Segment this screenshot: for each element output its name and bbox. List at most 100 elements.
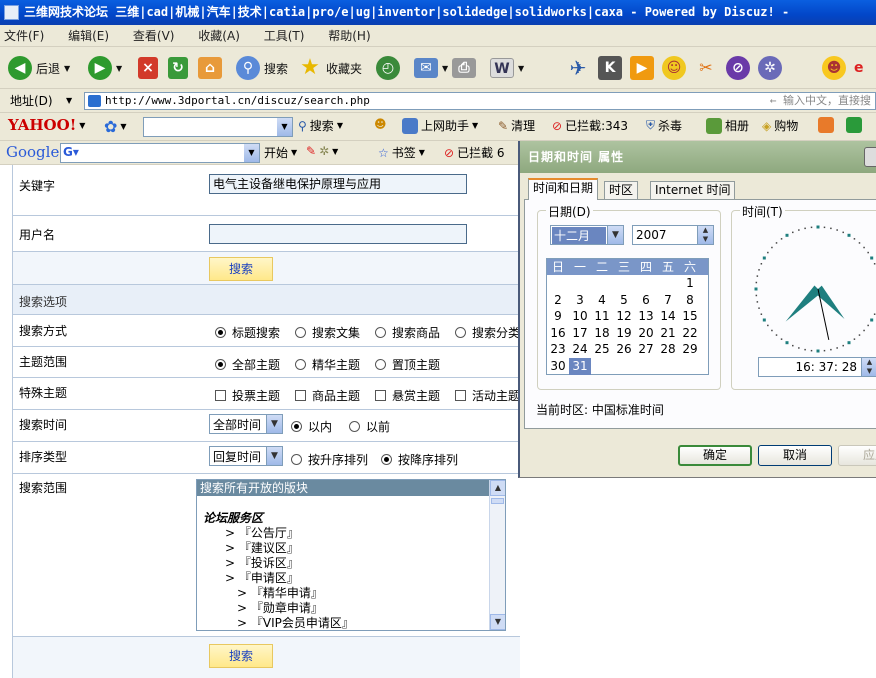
smiley-button[interactable]: ☺	[662, 53, 686, 83]
scroll-up-icon[interactable]: ▲	[490, 480, 505, 496]
forum-item[interactable]: > 『建议区』	[197, 541, 505, 556]
favorites-button[interactable]: ★ 收藏夹	[298, 53, 362, 83]
home-button[interactable]: ⌂	[198, 53, 222, 83]
calendar-day[interactable]: 22	[679, 325, 701, 342]
address-input[interactable]: http://www.3dportal.cn/discuz/search.php…	[84, 92, 876, 110]
yahoo-extra-button-2[interactable]	[846, 117, 862, 133]
forum-list-all[interactable]: 搜索所有开放的版块	[197, 480, 489, 496]
calendar-day[interactable]: 5	[613, 292, 635, 309]
scope-digest-radio[interactable]: 精华主题	[295, 356, 360, 373]
forum-subitem[interactable]: > 『VIP会员申请区』	[197, 616, 505, 630]
scroll-down-icon[interactable]: ▼	[490, 614, 505, 630]
edit-button[interactable]: W ▼	[490, 53, 524, 83]
method-category-radio[interactable]: 搜索分类	[455, 324, 520, 341]
print-button[interactable]: ⎙	[452, 53, 476, 83]
yahoo-search-button[interactable]: ⚲ 搜索 ▼	[298, 117, 343, 134]
tab-time-date[interactable]: 时间和日期	[528, 178, 599, 200]
month-select[interactable]: 十二月 ▼	[550, 225, 624, 245]
stop-button[interactable]: ×	[138, 53, 158, 83]
sort-select[interactable]: 回复时间 ▼	[209, 446, 283, 466]
dialog-title-bar[interactable]: 日期和时间 属性	[520, 141, 876, 173]
yahoo-clean-button[interactable]: ✎ 清理	[498, 117, 535, 134]
year-stepper[interactable]: 2007 ▲ ▼	[632, 225, 714, 245]
keyword-input[interactable]: 电气主设备继电保护原理与应用	[209, 174, 467, 194]
yahoo-album-button[interactable]: 相册	[706, 117, 749, 134]
special-poll-checkbox[interactable]: 投票主题	[215, 387, 280, 404]
calendar-day[interactable]: 7	[657, 292, 679, 309]
k-button[interactable]: K	[598, 53, 622, 83]
menu-edit[interactable]: 编辑(E)	[68, 25, 109, 46]
calendar-day[interactable]: 13	[635, 308, 657, 325]
refresh-button[interactable]: ↻	[168, 53, 188, 83]
address-dropdown-arrow[interactable]: ▼	[66, 89, 72, 112]
gear-button[interactable]: ✲	[758, 53, 782, 83]
scope-sticky-radio[interactable]: 置顶主题	[375, 356, 440, 373]
calendar-day[interactable]: 1	[679, 275, 701, 292]
google-logo[interactable]: Google	[6, 143, 59, 161]
calendar-day[interactable]: 18	[591, 325, 613, 342]
calendar-day[interactable]: 8	[679, 292, 701, 309]
time-select[interactable]: 全部时间 ▼	[209, 414, 283, 434]
google-tools-button[interactable]: ✎ ✲ ▼	[306, 144, 338, 158]
calendar-day[interactable]: 14	[657, 308, 679, 325]
forum-item[interactable]: > 『申请区』	[197, 571, 505, 586]
calendar-day[interactable]: 27	[635, 341, 657, 358]
time-within-radio[interactable]: 以内	[291, 418, 332, 435]
search-button[interactable]: ⚲ 搜索	[236, 53, 288, 83]
calendar-day[interactable]: 9	[547, 308, 569, 325]
calendar-day[interactable]: 28	[657, 341, 679, 358]
forum-list-scrollbar[interactable]: ▲ ▼	[489, 480, 505, 630]
calendar-day[interactable]: 25	[591, 341, 613, 358]
calendar-day[interactable]: 26	[613, 341, 635, 358]
google-popup-blocker[interactable]: ⊘ 已拦截 6	[444, 144, 505, 161]
method-goods-radio[interactable]: 搜索商品	[375, 324, 440, 341]
yahoo-face-button[interactable]: ☻	[374, 117, 387, 131]
username-input[interactable]	[209, 224, 467, 244]
scope-all-radio[interactable]: 全部主题	[215, 356, 280, 373]
menu-file[interactable]: 文件(F)	[4, 25, 44, 46]
tab-timezone[interactable]: 时区	[604, 181, 639, 199]
forum-subitem[interactable]: > 『精华申请』	[197, 586, 505, 601]
yahoo-popup-blocker[interactable]: ⊘ 已拦截:343	[552, 117, 628, 134]
forum-item[interactable]: > 『投诉区』	[197, 556, 505, 571]
calendar-day[interactable]: 23	[547, 341, 569, 358]
google-start-button[interactable]: 开始 ▼	[264, 144, 297, 161]
calendar-day[interactable]: 3	[569, 292, 591, 309]
player-button[interactable]: ▶	[630, 53, 654, 83]
calendar-day[interactable]: 11	[591, 308, 613, 325]
google-bookmarks-button[interactable]: ☆ 书签 ▼	[378, 144, 425, 161]
calendar-day[interactable]: 21	[657, 325, 679, 342]
calendar-day[interactable]: 24	[569, 341, 591, 358]
menu-help[interactable]: 帮助(H)	[328, 25, 370, 46]
compass-button[interactable]: ⊘	[726, 53, 750, 83]
special-reward-checkbox[interactable]: 悬赏主题	[375, 387, 440, 404]
yahoo-assistant-button[interactable]: 上网助手 ▼	[402, 117, 478, 134]
sort-desc-radio[interactable]: 按降序排列	[381, 451, 458, 468]
spin-icon[interactable]: ▲ ▼	[697, 226, 713, 244]
calendar-day[interactable]: 19	[613, 325, 635, 342]
search-submit-button[interactable]: 搜索	[209, 257, 273, 281]
yahoo-logo[interactable]: YAHOO! ▼	[8, 116, 85, 134]
calendar-day[interactable]: 16	[547, 325, 569, 342]
calendar-day[interactable]: 2	[547, 292, 569, 309]
history-button[interactable]: ◴	[376, 53, 400, 83]
mail-button[interactable]: ✉ ▼	[414, 53, 448, 83]
chevron-down-icon[interactable]: ▼	[277, 118, 292, 136]
forum-group[interactable]: 论坛服务区	[197, 511, 505, 526]
calendar-day[interactable]: 30	[547, 358, 569, 375]
yahoo-antivirus-button[interactable]: ⛨ 杀毒	[646, 117, 682, 134]
menu-favorites[interactable]: 收藏(A)	[198, 25, 240, 46]
chevron-down-icon[interactable]: ▼	[244, 144, 259, 162]
calendar-day[interactable]: 20	[635, 325, 657, 342]
calendar-day[interactable]: 15	[679, 308, 701, 325]
ebay-button[interactable]: e	[854, 53, 864, 83]
calendar-day[interactable]: 17	[569, 325, 591, 342]
yahoo-flower-button[interactable]: ✿ ▼	[104, 117, 127, 136]
calendar-day[interactable]: 10	[569, 308, 591, 325]
scroll-thumb[interactable]	[491, 498, 504, 504]
calendar-day[interactable]: 4	[591, 292, 613, 309]
special-goods-checkbox[interactable]: 商品主题	[295, 387, 360, 404]
calendar-day[interactable]: 31	[569, 357, 591, 375]
messenger-button[interactable]: ✈	[566, 53, 590, 83]
cancel-button[interactable]: 取消	[758, 445, 832, 466]
